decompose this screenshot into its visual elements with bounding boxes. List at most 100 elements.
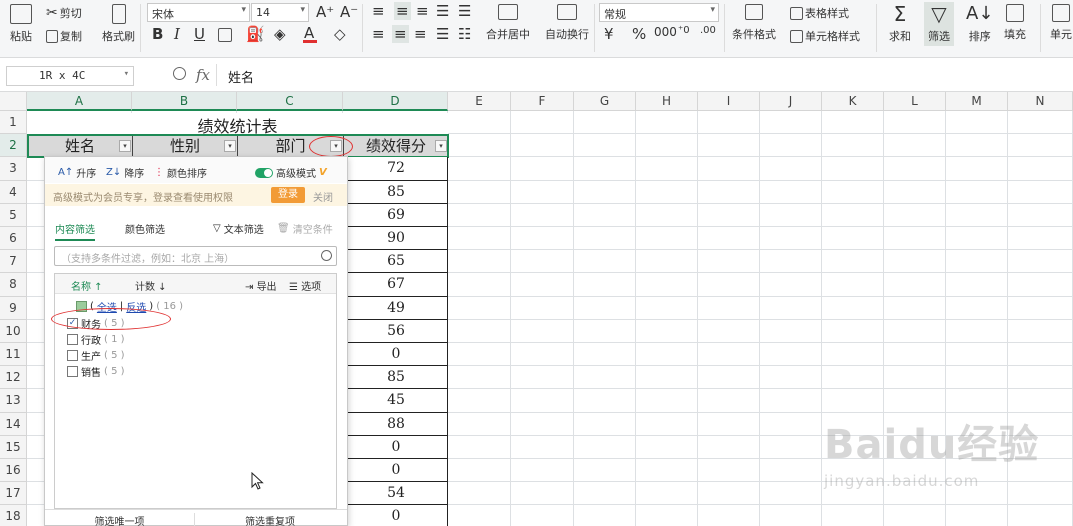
score-cell[interactable]: 0	[344, 435, 448, 459]
checkbox[interactable]	[67, 350, 78, 361]
column-header-c[interactable]: C	[237, 92, 343, 111]
color-sort-button[interactable]: ⋮ 颜色排序	[154, 165, 207, 180]
number-format-select[interactable]: 常规 ▾	[599, 3, 719, 22]
header-cell-score[interactable]: 绩效得分 ▾	[343, 135, 449, 157]
score-cell[interactable]: 85	[344, 366, 448, 390]
options-button[interactable]: ☰ 选项	[289, 278, 321, 293]
decrease-font-icon[interactable]: A⁻	[340, 3, 358, 21]
score-cell[interactable]: 88	[344, 412, 448, 436]
cut-button[interactable]: ✂ 剪切	[46, 5, 82, 21]
increase-font-icon[interactable]: A⁺	[316, 3, 334, 21]
fill-color-icon[interactable]: ◈	[274, 25, 286, 43]
row-header-8[interactable]: 8	[0, 273, 27, 297]
justify-icon[interactable]: ☰	[436, 25, 449, 43]
row-header-12[interactable]: 12	[0, 366, 27, 390]
score-cell[interactable]: 65	[344, 250, 448, 274]
list-item[interactable]: 销售 ( 5 )	[67, 364, 125, 379]
column-header-g[interactable]: G	[574, 92, 636, 111]
sort-by-name[interactable]: 名称 ↑	[71, 278, 103, 293]
column-header-b[interactable]: B	[132, 92, 237, 111]
italic-icon[interactable]: I	[174, 25, 180, 43]
zoom-icon[interactable]	[173, 67, 186, 80]
row-header-14[interactable]: 14	[0, 412, 27, 436]
search-icon[interactable]	[321, 250, 332, 261]
orientation-icon[interactable]: ☰	[458, 2, 471, 20]
row-header-11[interactable]: 11	[0, 343, 27, 367]
score-cell[interactable]: 90	[344, 227, 448, 251]
formula-input[interactable]: 姓名	[228, 67, 254, 86]
currency-icon[interactable]: ¥	[604, 25, 614, 43]
score-cell[interactable]: 56	[344, 319, 448, 343]
sort-desc-button[interactable]: Z↓ 降序	[106, 165, 144, 180]
copy-button[interactable]: 复制	[46, 28, 82, 44]
column-header-l[interactable]: L	[884, 92, 946, 111]
fill-button[interactable]: 填充	[1004, 4, 1026, 42]
indent-icon[interactable]: ☰	[436, 2, 449, 20]
tab-color-filter[interactable]: 颜色筛选	[125, 221, 165, 236]
bucket-icon[interactable]: ⛽	[246, 25, 265, 43]
border-icon[interactable]	[218, 28, 232, 42]
align-bottom-icon[interactable]: ≡	[416, 2, 429, 20]
bold-icon[interactable]: B	[152, 25, 163, 43]
column-header-j[interactable]: J	[760, 92, 822, 111]
filter-search-input[interactable]: （支持多条件过滤，例如：北京 上海）	[54, 246, 337, 266]
column-header-h[interactable]: H	[636, 92, 698, 111]
sum-button[interactable]: Σ 求和	[889, 4, 911, 44]
column-header-i[interactable]: I	[698, 92, 760, 111]
sheet-title[interactable]: 绩效统计表	[27, 113, 448, 136]
close-notice-button[interactable]: 关闭	[313, 189, 333, 204]
filter-button[interactable]: ▽ 筛选	[924, 2, 954, 46]
format-painter-button[interactable]: 格式刷	[102, 4, 135, 44]
row-header-16[interactable]: 16	[0, 459, 27, 483]
score-cell[interactable]: 54	[344, 482, 448, 506]
clear-conditions-button[interactable]: 🗑 清空条件	[277, 221, 333, 236]
list-item[interactable]: 生产 ( 5 )	[67, 348, 125, 363]
row-header-13[interactable]: 13	[0, 389, 27, 413]
percent-icon[interactable]: %	[632, 25, 646, 43]
increase-decimal-icon[interactable]: ⁺0	[678, 25, 690, 36]
font-name-select[interactable]: 宋体 ▾	[147, 3, 250, 22]
row-header-9[interactable]: 9	[0, 296, 27, 320]
column-header-n[interactable]: N	[1008, 92, 1073, 111]
row-header-6[interactable]: 6	[0, 227, 27, 251]
align-right-icon[interactable]: ≡	[414, 25, 427, 43]
cell-button[interactable]: 单元	[1050, 4, 1072, 42]
row-header-1[interactable]: 1	[0, 111, 27, 135]
sort-by-count[interactable]: 计数 ↓	[135, 278, 167, 293]
fx-icon[interactable]: fx	[196, 66, 210, 84]
filter-dropdown-icon[interactable]: ▾	[224, 140, 236, 152]
select-all-corner[interactable]	[0, 92, 27, 111]
cond-format-button[interactable]: 条件格式	[732, 4, 776, 42]
row-header-3[interactable]: 3	[0, 157, 27, 181]
score-cell[interactable]: 45	[344, 389, 448, 413]
distribute-icon[interactable]: ☷	[458, 25, 471, 43]
wrap-text-button[interactable]: 自动换行	[545, 4, 589, 42]
sort-button[interactable]: A↓ 排序	[966, 4, 993, 44]
row-header-10[interactable]: 10	[0, 319, 27, 343]
score-cell[interactable]: 67	[344, 273, 448, 297]
score-cell[interactable]: 85	[344, 180, 448, 204]
header-cell-gender[interactable]: 性别 ▾	[132, 135, 238, 157]
score-cell[interactable]: 72	[344, 157, 448, 181]
name-box[interactable]: 1R x 4C ▾	[6, 66, 134, 86]
column-header-a[interactable]: A	[27, 92, 132, 111]
advanced-mode-toggle[interactable]: 高级模式 V	[255, 165, 327, 180]
paste-button[interactable]: 粘贴	[10, 4, 32, 44]
align-middle-icon[interactable]: ≡	[394, 2, 411, 20]
score-cell[interactable]: 0	[344, 505, 448, 526]
eraser-icon[interactable]: ◇	[334, 25, 346, 43]
table-style-button[interactable]: 表格样式	[790, 5, 849, 21]
column-header-d[interactable]: D	[343, 92, 448, 111]
column-header-f[interactable]: F	[511, 92, 574, 111]
filter-unique-button[interactable]: 筛选唯一项	[45, 513, 195, 526]
export-button[interactable]: ⇥ 导出	[245, 278, 277, 293]
row-header-2[interactable]: 2	[0, 134, 27, 158]
align-center-icon[interactable]: ≡	[392, 25, 409, 43]
underline-icon[interactable]: U	[194, 25, 205, 43]
thousands-icon[interactable]: 000	[654, 25, 677, 39]
score-cell[interactable]: 0	[344, 343, 448, 367]
row-header-15[interactable]: 15	[0, 435, 27, 459]
filter-duplicate-button[interactable]: 筛选重复项	[195, 513, 345, 526]
decrease-decimal-icon[interactable]: .00	[700, 25, 716, 36]
row-header-5[interactable]: 5	[0, 203, 27, 227]
